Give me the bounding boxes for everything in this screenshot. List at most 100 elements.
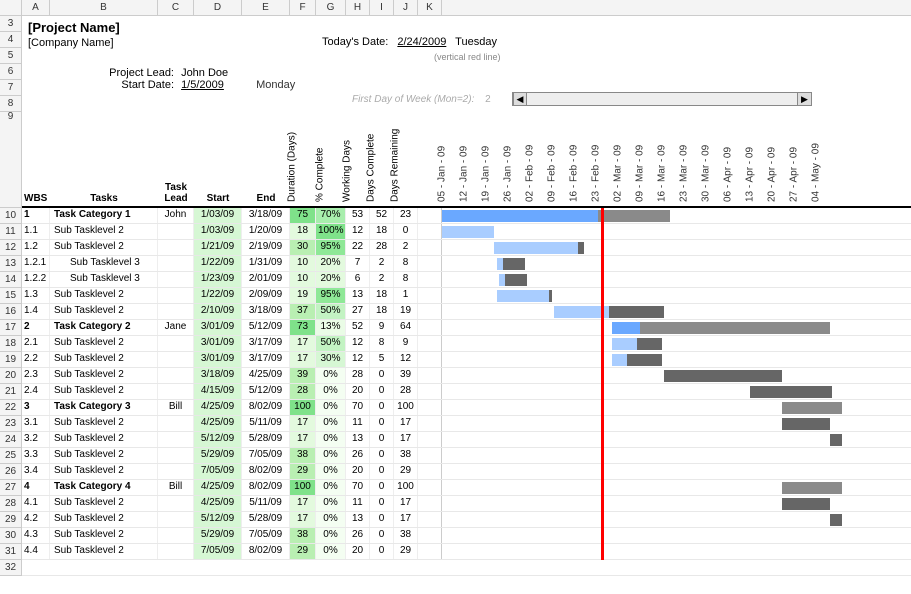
- cell-end[interactable]: 3/18/09: [242, 304, 290, 319]
- gantt-cell[interactable]: [442, 304, 911, 319]
- table-row[interactable]: 1.2Sub Tasklevel 21/21/092/19/093095%222…: [22, 240, 911, 256]
- cell-working-days[interactable]: 20: [346, 384, 370, 399]
- cell-wbs[interactable]: 3.4: [22, 464, 50, 479]
- cell-task[interactable]: Sub Tasklevel 2: [50, 464, 158, 479]
- cell-days-remaining[interactable]: 23: [394, 208, 418, 223]
- cell-start[interactable]: 1/23/09: [194, 272, 242, 287]
- cell-days-complete[interactable]: 0: [370, 512, 394, 527]
- row-number-15[interactable]: 15: [0, 288, 22, 304]
- cell-lead[interactable]: Jane: [158, 320, 194, 335]
- date-header[interactable]: 04 - May - 09: [816, 110, 838, 206]
- gantt-cell[interactable]: [442, 400, 911, 415]
- table-row[interactable]: 4.3Sub Tasklevel 25/29/097/05/09380%2603…: [22, 528, 911, 544]
- cell-pct[interactable]: 0%: [316, 512, 346, 527]
- project-name[interactable]: [Project Name]: [28, 20, 905, 35]
- table-row[interactable]: 4.2Sub Tasklevel 25/12/095/28/09170%1301…: [22, 512, 911, 528]
- table-row-empty[interactable]: [22, 560, 911, 576]
- cell-end[interactable]: 5/11/09: [242, 496, 290, 511]
- gantt-cell[interactable]: [442, 496, 911, 511]
- cell-lead[interactable]: [158, 432, 194, 447]
- cell-end[interactable]: 2/01/09: [242, 272, 290, 287]
- cell-working-days[interactable]: 12: [346, 224, 370, 239]
- cell-task[interactable]: Sub Tasklevel 2: [50, 448, 158, 463]
- cell-days-complete[interactable]: 0: [370, 480, 394, 495]
- cell-pct[interactable]: 13%: [316, 320, 346, 335]
- gantt-bar[interactable]: [750, 386, 832, 398]
- row-number-11[interactable]: 11: [0, 224, 22, 240]
- cell-wbs[interactable]: 1.3: [22, 288, 50, 303]
- cell-lead[interactable]: Bill: [158, 480, 194, 495]
- cell-lead[interactable]: John: [158, 208, 194, 223]
- table-row[interactable]: 1.2.1Sub Tasklevel 31/22/091/31/091020%7…: [22, 256, 911, 272]
- cell-working-days[interactable]: 52: [346, 320, 370, 335]
- row-number-32[interactable]: 32: [0, 560, 22, 576]
- table-row[interactable]: 1.2.2Sub Tasklevel 31/23/092/01/091020%6…: [22, 272, 911, 288]
- cell-pct[interactable]: 95%: [316, 288, 346, 303]
- cell-end[interactable]: 7/05/09: [242, 448, 290, 463]
- cell-days-remaining[interactable]: 8: [394, 256, 418, 271]
- cell-pct[interactable]: 0%: [316, 432, 346, 447]
- col-duration[interactable]: Duration (Days): [290, 110, 316, 206]
- cell-wbs[interactable]: 3.2: [22, 432, 50, 447]
- cell-wbs[interactable]: 1.2: [22, 240, 50, 255]
- table-row[interactable]: 3.3Sub Tasklevel 25/29/097/05/09380%2603…: [22, 448, 911, 464]
- cell-days-complete[interactable]: 28: [370, 240, 394, 255]
- cell-end[interactable]: 5/28/09: [242, 512, 290, 527]
- cell-pct[interactable]: 0%: [316, 384, 346, 399]
- cell-days-remaining[interactable]: 64: [394, 320, 418, 335]
- row-number-14[interactable]: 14: [0, 272, 22, 288]
- col-letter-B[interactable]: B: [50, 0, 158, 15]
- cell-start[interactable]: 4/15/09: [194, 384, 242, 399]
- cell-working-days[interactable]: 70: [346, 400, 370, 415]
- cell-lead[interactable]: [158, 464, 194, 479]
- gantt-cell[interactable]: [442, 544, 911, 559]
- cell-end[interactable]: 8/02/09: [242, 544, 290, 559]
- cell-wbs[interactable]: 1.2.1: [22, 256, 50, 271]
- cell-task[interactable]: Sub Tasklevel 2: [50, 224, 158, 239]
- scroll-track[interactable]: [527, 93, 797, 105]
- cell-duration[interactable]: 28: [290, 384, 316, 399]
- cell-task[interactable]: Task Category 4: [50, 480, 158, 495]
- cell-start[interactable]: 1/22/09: [194, 288, 242, 303]
- cell-wbs[interactable]: 2.4: [22, 384, 50, 399]
- table-row[interactable]: 2.1Sub Tasklevel 23/01/093/17/091750%128…: [22, 336, 911, 352]
- cell-wbs[interactable]: 3: [22, 400, 50, 415]
- cell-wbs[interactable]: 4.3: [22, 528, 50, 543]
- cell-days-remaining[interactable]: 9: [394, 336, 418, 351]
- cell-start[interactable]: 5/12/09: [194, 512, 242, 527]
- cell-end[interactable]: 2/09/09: [242, 288, 290, 303]
- row-number-21[interactable]: 21: [0, 384, 22, 400]
- cell-lead[interactable]: [158, 336, 194, 351]
- cell-working-days[interactable]: 13: [346, 512, 370, 527]
- cell-days-complete[interactable]: 0: [370, 464, 394, 479]
- gantt-bar[interactable]: [497, 290, 549, 302]
- gantt-scroll-bar[interactable]: ◀ ▶: [512, 92, 812, 106]
- cell-wbs[interactable]: 4: [22, 480, 50, 495]
- scroll-right-icon[interactable]: ▶: [797, 93, 811, 105]
- cell-days-remaining[interactable]: 17: [394, 416, 418, 431]
- cell-wbs[interactable]: 3.3: [22, 448, 50, 463]
- cell-days-complete[interactable]: 0: [370, 368, 394, 383]
- row-number-18[interactable]: 18: [0, 336, 22, 352]
- cell-working-days[interactable]: 20: [346, 464, 370, 479]
- cell-duration[interactable]: 75: [290, 208, 316, 223]
- cell-days-remaining[interactable]: 39: [394, 368, 418, 383]
- cell-start[interactable]: 7/05/09: [194, 544, 242, 559]
- cell-start[interactable]: 3/01/09: [194, 352, 242, 367]
- cell-end[interactable]: 3/17/09: [242, 352, 290, 367]
- gantt-cell[interactable]: [442, 480, 911, 495]
- cell-working-days[interactable]: 70: [346, 480, 370, 495]
- cell-start[interactable]: 4/25/09: [194, 480, 242, 495]
- col-letter-H[interactable]: H: [346, 0, 370, 15]
- cell-wbs[interactable]: 2.3: [22, 368, 50, 383]
- col-task-lead[interactable]: Task Lead: [158, 180, 194, 206]
- gantt-bar[interactable]: [578, 242, 584, 254]
- table-row[interactable]: 3.1Sub Tasklevel 24/25/095/11/09170%1101…: [22, 416, 911, 432]
- cell-days-complete[interactable]: 2: [370, 272, 394, 287]
- cell-days-remaining[interactable]: 38: [394, 448, 418, 463]
- cell-start[interactable]: 3/01/09: [194, 320, 242, 335]
- cell-start[interactable]: 1/22/09: [194, 256, 242, 271]
- cell-duration[interactable]: 17: [290, 512, 316, 527]
- gantt-bar[interactable]: [494, 242, 578, 254]
- cell-start[interactable]: 5/29/09: [194, 448, 242, 463]
